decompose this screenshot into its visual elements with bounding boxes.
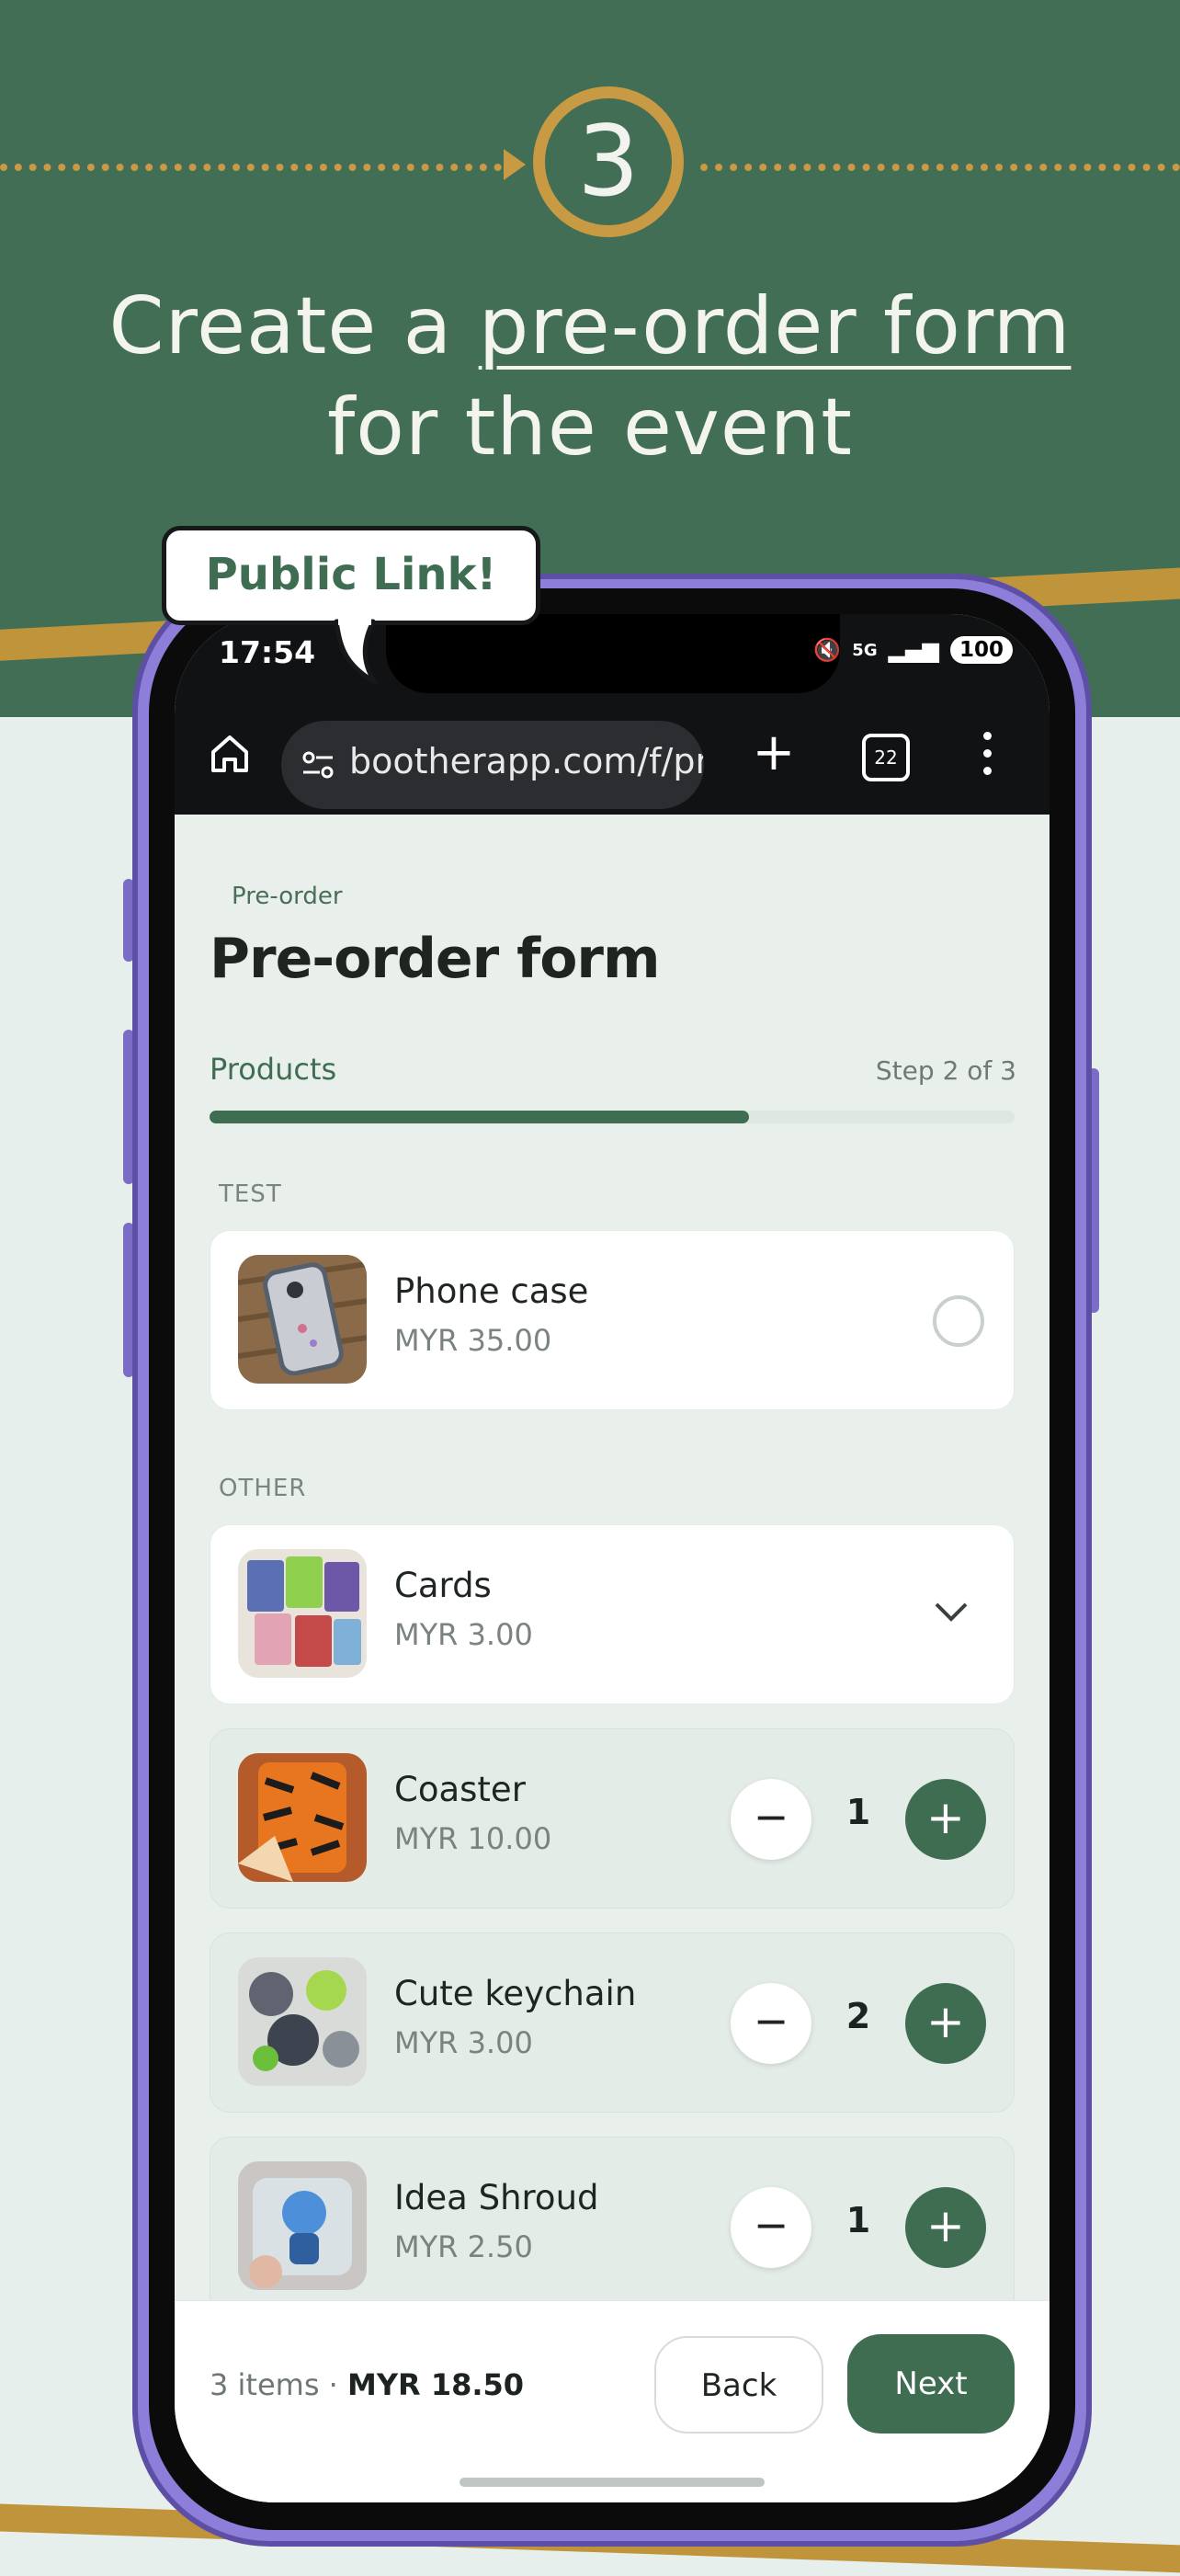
- product-price: MYR 10.00: [394, 1821, 552, 1856]
- page-title: Pre-order form: [210, 927, 661, 991]
- product-image-phone-case: [238, 1255, 367, 1384]
- chevron-down-icon[interactable]: [933, 1599, 970, 1626]
- increase-quantity-button[interactable]: +: [905, 1779, 986, 1860]
- select-radio[interactable]: [933, 1295, 984, 1347]
- quantity-value: 1: [845, 1792, 871, 1832]
- product-card-coaster: Coaster MYR 10.00 − 1 +: [210, 1728, 1015, 1909]
- product-image-coaster: [238, 1753, 367, 1882]
- product-name: Cards: [394, 1566, 492, 1605]
- product-card-phone-case[interactable]: Phone case MYR 35.00: [210, 1230, 1015, 1410]
- callout-bubble: Public Link!: [162, 526, 540, 625]
- browser-toolbar: bootherapp.com/f/pr + 22: [175, 704, 1050, 815]
- step-number-badge: 3: [533, 86, 684, 237]
- quantity-value: 1: [845, 2200, 871, 2240]
- decrease-quantity-button[interactable]: −: [731, 1983, 811, 2064]
- mute-icon: 🔇: [813, 637, 842, 663]
- more-menu-icon[interactable]: [981, 732, 993, 783]
- product-name: Cute keychain: [394, 1974, 637, 2013]
- increase-quantity-button[interactable]: +: [905, 2187, 986, 2268]
- product-price: MYR 3.00: [394, 1617, 533, 1652]
- product-card-cute-keychain: Cute keychain MYR 3.00 − 2 +: [210, 1932, 1015, 2113]
- tab-switcher-button[interactable]: 22: [862, 734, 910, 781]
- quantity-value: 2: [845, 1996, 871, 2036]
- callout-tail: [334, 618, 378, 685]
- arrow-icon: [504, 149, 526, 180]
- status-time: 17:54: [219, 634, 316, 670]
- back-button[interactable]: Back: [654, 2336, 823, 2434]
- decrease-quantity-button[interactable]: −: [731, 1779, 811, 1860]
- order-total: MYR 18.50: [347, 2367, 525, 2402]
- breadcrumb[interactable]: Pre-order: [232, 883, 343, 910]
- increase-quantity-button[interactable]: +: [905, 1983, 986, 2064]
- address-bar[interactable]: bootherapp.com/f/pr: [281, 721, 704, 809]
- new-tab-icon[interactable]: +: [748, 727, 800, 781]
- home-icon[interactable]: [208, 732, 252, 776]
- network-type: 5G: [852, 640, 878, 660]
- section-label-other: OTHER: [219, 1475, 307, 1502]
- product-image-cute-keychain: [238, 1957, 367, 2086]
- product-price: MYR 3.00: [394, 2025, 533, 2060]
- headline-link-text: pre-order form: [478, 280, 1072, 372]
- status-bar: 17:54 🔇 5G ▂▄▆ 100: [175, 614, 1050, 704]
- next-button[interactable]: Next: [847, 2334, 1015, 2434]
- product-name: Coaster: [394, 1770, 526, 1809]
- headline: Create a pre-order form for the event: [108, 280, 1072, 473]
- decrease-quantity-button[interactable]: −: [731, 2187, 811, 2268]
- product-name: Phone case: [394, 1271, 589, 1311]
- order-footer: 3 items · MYR 18.50 Back Next: [175, 2300, 1050, 2502]
- home-indicator[interactable]: [460, 2478, 765, 2487]
- order-summary: 3 items · MYR 18.50: [210, 2367, 525, 2402]
- phone-screen: 17:54 🔇 5G ▂▄▆ 100 bootherapp.com/f/pr +…: [175, 614, 1050, 2502]
- progress-bar: [210, 1111, 1015, 1123]
- progress-fill: [210, 1111, 749, 1123]
- dynamic-island: [386, 614, 840, 693]
- signal-icon: ▂▄▆: [888, 637, 939, 663]
- page-content: Pre-order Pre-order form Products Step 2…: [175, 815, 1050, 2309]
- dotted-line-right: [700, 164, 1180, 171]
- product-image-idea-shroud: [238, 2161, 367, 2290]
- site-settings-icon[interactable]: [300, 747, 336, 783]
- status-icons: 🔇 5G ▂▄▆ 100: [813, 636, 1013, 664]
- dotted-line-left: [0, 164, 502, 171]
- step-count: Step 2 of 3: [875, 1055, 1016, 1086]
- step-label: Products: [210, 1052, 337, 1087]
- product-price: MYR 35.00: [394, 1323, 552, 1358]
- section-label-test: TEST: [219, 1180, 282, 1208]
- product-price: MYR 2.50: [394, 2229, 533, 2264]
- product-name: Idea Shroud: [394, 2178, 599, 2217]
- product-image-cards: [238, 1549, 367, 1678]
- url-text: bootherapp.com/f/pr: [349, 741, 704, 781]
- product-card-idea-shroud: Idea Shroud MYR 2.50 − 1 +: [210, 2137, 1015, 2309]
- battery-level: 100: [949, 636, 1013, 664]
- product-card-cards[interactable]: Cards MYR 3.00: [210, 1524, 1015, 1704]
